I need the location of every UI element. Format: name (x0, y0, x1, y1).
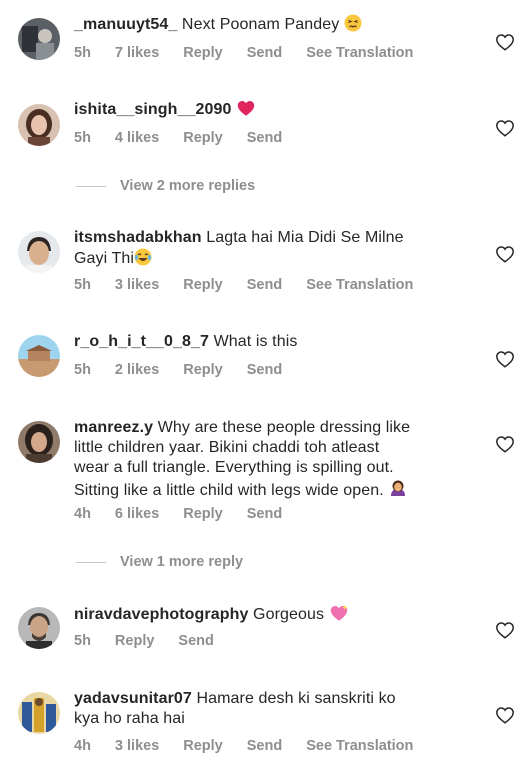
comment-text: Why are these people dressing like (157, 419, 411, 436)
comment-text: Lagta hai Mia Didi Se Milne (206, 229, 404, 246)
comment-time: 5h (74, 277, 91, 293)
comment-text-line-3: wear a full triangle. Everything is spil… (74, 459, 394, 476)
send-button[interactable]: Send (247, 738, 282, 754)
comment-time: 4h (74, 506, 91, 522)
reply-button[interactable]: Reply (183, 130, 223, 146)
reply-button[interactable]: Reply (115, 633, 155, 649)
tears-of-joy-icon (134, 248, 152, 272)
username[interactable]: niravdavephotography (74, 606, 248, 623)
comment-text: Next Poonam Pandey (181, 16, 340, 33)
reply-button[interactable]: Reply (183, 738, 223, 754)
username[interactable]: itsmshadabkhan (74, 229, 202, 246)
replies-divider (76, 185, 106, 187)
send-button[interactable]: Send (178, 633, 213, 649)
like-heart-icon[interactable] (495, 245, 515, 263)
see-translation-button[interactable]: See Translation (306, 45, 413, 61)
view-more-replies-button[interactable]: View 2 more replies (76, 178, 255, 194)
comment-time: 5h (74, 45, 91, 61)
like-heart-icon[interactable] (495, 33, 515, 51)
username[interactable]: ishita__singh__2090 (74, 101, 232, 118)
send-button[interactable]: Send (247, 506, 282, 522)
username[interactable]: manreez.y (74, 419, 153, 436)
see-translation-button[interactable]: See Translation (306, 277, 413, 293)
face-palm-icon (388, 478, 408, 504)
avatar[interactable] (18, 18, 60, 60)
send-button[interactable]: Send (247, 362, 282, 378)
like-heart-icon[interactable] (495, 119, 515, 137)
avatar[interactable] (18, 231, 60, 273)
avatar[interactable] (18, 607, 60, 649)
send-button[interactable]: Send (247, 130, 282, 146)
avatar[interactable] (18, 335, 60, 377)
comment-text: What is this (213, 333, 298, 350)
comment-text: Hamare desh ki sanskriti ko (196, 690, 396, 707)
comment-time: 5h (74, 130, 91, 146)
likes-count[interactable]: 4 likes (115, 130, 159, 146)
reply-button[interactable]: Reply (183, 506, 223, 522)
view-replies-label[interactable]: View 2 more replies (120, 178, 255, 194)
avatar[interactable] (18, 421, 60, 463)
red-heart-icon (236, 99, 256, 123)
avatar[interactable] (18, 104, 60, 146)
like-heart-icon[interactable] (495, 621, 515, 639)
username[interactable]: yadavsunitar07 (74, 690, 192, 707)
username[interactable]: _manuuyt54_ (74, 16, 177, 33)
likes-count[interactable]: 6 likes (115, 506, 159, 522)
comment-text-line-2: Gayi Thi (74, 250, 135, 267)
likes-count[interactable]: 7 likes (115, 45, 159, 61)
likes-count[interactable]: 2 likes (115, 362, 159, 378)
reply-button[interactable]: Reply (183, 277, 223, 293)
likes-count[interactable]: 3 likes (115, 277, 159, 293)
sparkling-heart-icon (329, 604, 349, 628)
like-heart-icon[interactable] (495, 435, 515, 453)
send-button[interactable]: Send (247, 277, 282, 293)
comment-text-line-2: little children yaar. Bikini chaddi toh … (74, 439, 380, 456)
comment-time: 5h (74, 633, 91, 649)
replies-divider (76, 561, 106, 563)
avatar[interactable] (18, 692, 60, 734)
reply-button[interactable]: Reply (183, 362, 223, 378)
like-heart-icon[interactable] (495, 706, 515, 724)
comment-time: 4h (74, 738, 91, 754)
persevering-face-icon (344, 14, 362, 38)
comment-text-line-4: Sitting like a little child with legs wi… (74, 482, 384, 499)
likes-count[interactable]: 3 likes (115, 738, 159, 754)
view-replies-label[interactable]: View 1 more reply (120, 554, 243, 570)
comment-time: 5h (74, 362, 91, 378)
username[interactable]: r_o_h_i_t__0_8_7 (74, 333, 209, 350)
reply-button[interactable]: Reply (183, 45, 223, 61)
view-more-replies-button[interactable]: View 1 more reply (76, 554, 243, 570)
see-translation-button[interactable]: See Translation (306, 738, 413, 754)
comment-text-line-2: kya ho raha hai (74, 710, 185, 727)
send-button[interactable]: Send (247, 45, 282, 61)
comment-text: Gorgeous (253, 606, 325, 623)
like-heart-icon[interactable] (495, 350, 515, 368)
